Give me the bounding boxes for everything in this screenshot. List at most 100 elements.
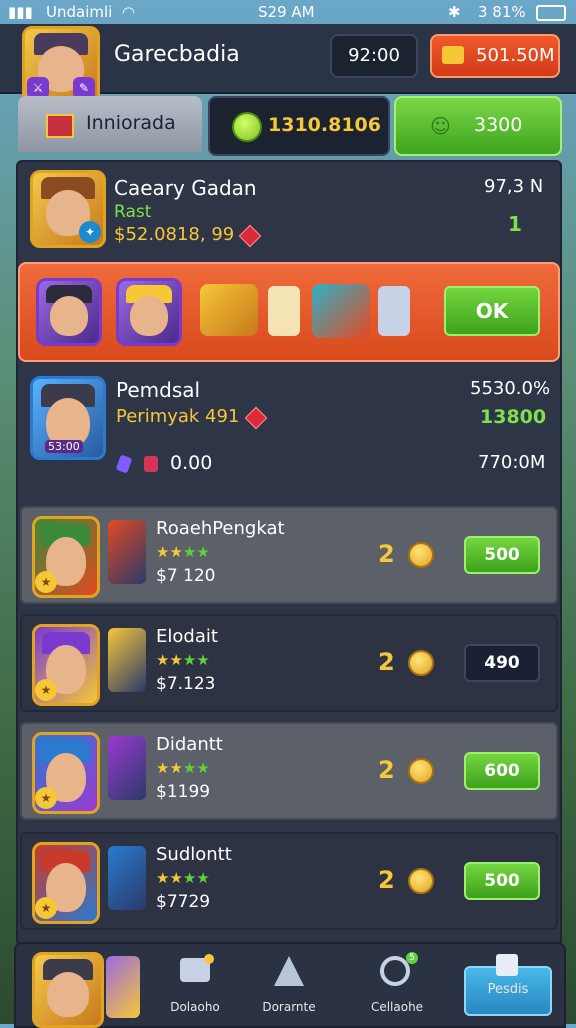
- card-2[interactable]: 53:00 Pemdsal Perimyak 491 5530.0% 13800…: [18, 362, 556, 498]
- currency-red-value: 501.50M: [476, 45, 555, 66]
- currency-red[interactable]: 501.50M: [430, 34, 560, 78]
- list-row[interactable]: ★ RoaehPengkat ★★★★ $7 120 2 500: [20, 506, 558, 604]
- hero-slot-2[interactable]: [116, 278, 182, 346]
- ruby-icon: [244, 406, 268, 430]
- chest-icon: [46, 114, 74, 138]
- player-avatar[interactable]: ⚔ ✎: [22, 26, 100, 104]
- star-icon: ★: [156, 869, 170, 887]
- nav-label: Dolaoho: [170, 1000, 220, 1014]
- nav-hero-card[interactable]: [106, 956, 140, 1018]
- list-row[interactable]: ★ Elodait ★★★★ $7.123 2 490: [20, 614, 558, 712]
- row-buy-label: 600: [484, 761, 520, 781]
- gem-coin-icon: [232, 112, 262, 142]
- row-count: 2: [378, 756, 395, 784]
- coin-icon: [408, 542, 434, 568]
- nav-item-dorarnte[interactable]: Dorarnte: [244, 950, 334, 1022]
- row-hero-card: [108, 520, 146, 584]
- row-buy-button[interactable]: 500: [464, 862, 540, 900]
- player-name: Garecbadia: [114, 42, 240, 67]
- nav-badge: 5: [406, 952, 418, 964]
- card-2-right: 5530.0%: [470, 378, 551, 399]
- bottom-nav: Dolaoho Dorarnte 5 Cellaohe Pesdis: [14, 942, 566, 1028]
- coin-icon: [408, 758, 434, 784]
- row-price: $1199: [156, 782, 211, 802]
- clock: S29 AM: [258, 3, 315, 21]
- gold-balance[interactable]: 1310.8106: [208, 96, 390, 156]
- anvil-icon: [274, 956, 304, 986]
- nav-label: Dorarnte: [262, 1000, 316, 1014]
- helmet-icon[interactable]: [378, 286, 410, 336]
- row-avatar: ★: [32, 624, 100, 706]
- star-icon: ★: [196, 869, 210, 887]
- list-row[interactable]: ★ Didantt ★★★★ $1199 2 600: [20, 722, 558, 820]
- star-icon: ★: [169, 543, 183, 561]
- row-hero-card: [108, 736, 146, 800]
- friends-icon: ☺: [430, 114, 451, 138]
- row-hero-card: [108, 846, 146, 910]
- star-icon: ★: [196, 651, 210, 669]
- card-2-gems-value: 0.00: [170, 452, 213, 474]
- row-avatar: ★: [32, 842, 100, 924]
- bluetooth-icon: ✱: [448, 3, 461, 21]
- star-icon: ★: [196, 543, 210, 561]
- currency-dark[interactable]: 92:00: [330, 34, 418, 78]
- star-icon: ★: [169, 869, 183, 887]
- star-icon: ★: [196, 759, 210, 777]
- tab-inventory[interactable]: Inniorada: [18, 96, 202, 152]
- nav-label: Pesdis: [487, 982, 529, 997]
- top-card-name: Caeary Gadan: [114, 176, 257, 200]
- hero-slot-1[interactable]: [36, 278, 102, 346]
- row-price: $7 120: [156, 566, 216, 586]
- top-card-right: 97,3 N: [484, 176, 544, 197]
- row-stars: ★★★★: [156, 758, 210, 777]
- emblem-icon[interactable]: [312, 284, 370, 338]
- top-card[interactable]: ✦ Caeary Gadan Rast $52.0818, 99 97,3 N …: [18, 162, 556, 258]
- ok-button[interactable]: OK: [444, 286, 540, 336]
- row-avatar: ★: [32, 516, 100, 598]
- green-balance[interactable]: ☺ 3300: [394, 96, 562, 156]
- card-2-sub: Perimyak 491: [116, 406, 240, 427]
- card-2-badge: 53:00: [45, 440, 83, 453]
- coin-icon: [408, 650, 434, 676]
- list-row[interactable]: ★ Sudlontt ★★★★ $7729 2 500: [20, 832, 558, 930]
- battery-label: 3 81%: [478, 3, 526, 21]
- row-title: Didantt: [156, 734, 223, 755]
- ruby-icon: [238, 224, 262, 248]
- row-buy-button[interactable]: 500: [464, 536, 540, 574]
- tab-inventory-label: Inniorada: [86, 112, 176, 134]
- mask-icon[interactable]: [268, 286, 300, 336]
- row-title: RoaehPengkat: [156, 518, 285, 539]
- star-icon: ★: [156, 543, 170, 561]
- row-hero-card: [108, 628, 146, 692]
- row-buy-label: 490: [484, 653, 520, 673]
- gold-bar-icon: [442, 46, 464, 64]
- nav-label: Cellaohe: [370, 1000, 424, 1014]
- star-badge-icon: ★: [35, 787, 57, 809]
- row-buy-label: 500: [484, 545, 520, 565]
- row-price: $7.123: [156, 674, 216, 694]
- row-buy-button[interactable]: 600: [464, 752, 540, 790]
- star-icon: ★: [156, 651, 170, 669]
- top-card-price: $52.0818, 99: [114, 224, 235, 245]
- row-buy-button[interactable]: 490: [464, 644, 540, 682]
- badge-icon: ✦: [79, 221, 101, 243]
- globe-icon: [380, 956, 410, 986]
- shield-icon[interactable]: [200, 284, 258, 336]
- nav-item-pesdis[interactable]: Pesdis: [464, 954, 552, 1016]
- nav-item-dolaoho[interactable]: Dolaoho: [150, 950, 240, 1022]
- status-bar: ▮▮▮ Undaimli ◠ S29 AM ✱ 3 81%: [0, 0, 576, 24]
- signal-icon: ▮▮▮: [8, 3, 33, 21]
- row-title: Elodait: [156, 626, 218, 647]
- row-stars: ★★★★: [156, 542, 210, 561]
- row-buy-label: 500: [484, 871, 520, 891]
- card-2-name: Pemdsal: [116, 378, 201, 402]
- row-stars: ★★★★: [156, 650, 210, 669]
- nav-avatar[interactable]: [32, 952, 104, 1028]
- notify-dot-icon: [204, 954, 214, 964]
- star-badge-icon: ★: [35, 897, 57, 919]
- row-title: Sudlontt: [156, 844, 232, 865]
- top-header: ⚔ ✎ Garecbadia 92:00 501.50M: [0, 24, 576, 104]
- star-icon: ★: [182, 543, 197, 561]
- row-count: 2: [378, 866, 395, 894]
- nav-item-cellaohe[interactable]: 5 Cellaohe: [352, 950, 442, 1022]
